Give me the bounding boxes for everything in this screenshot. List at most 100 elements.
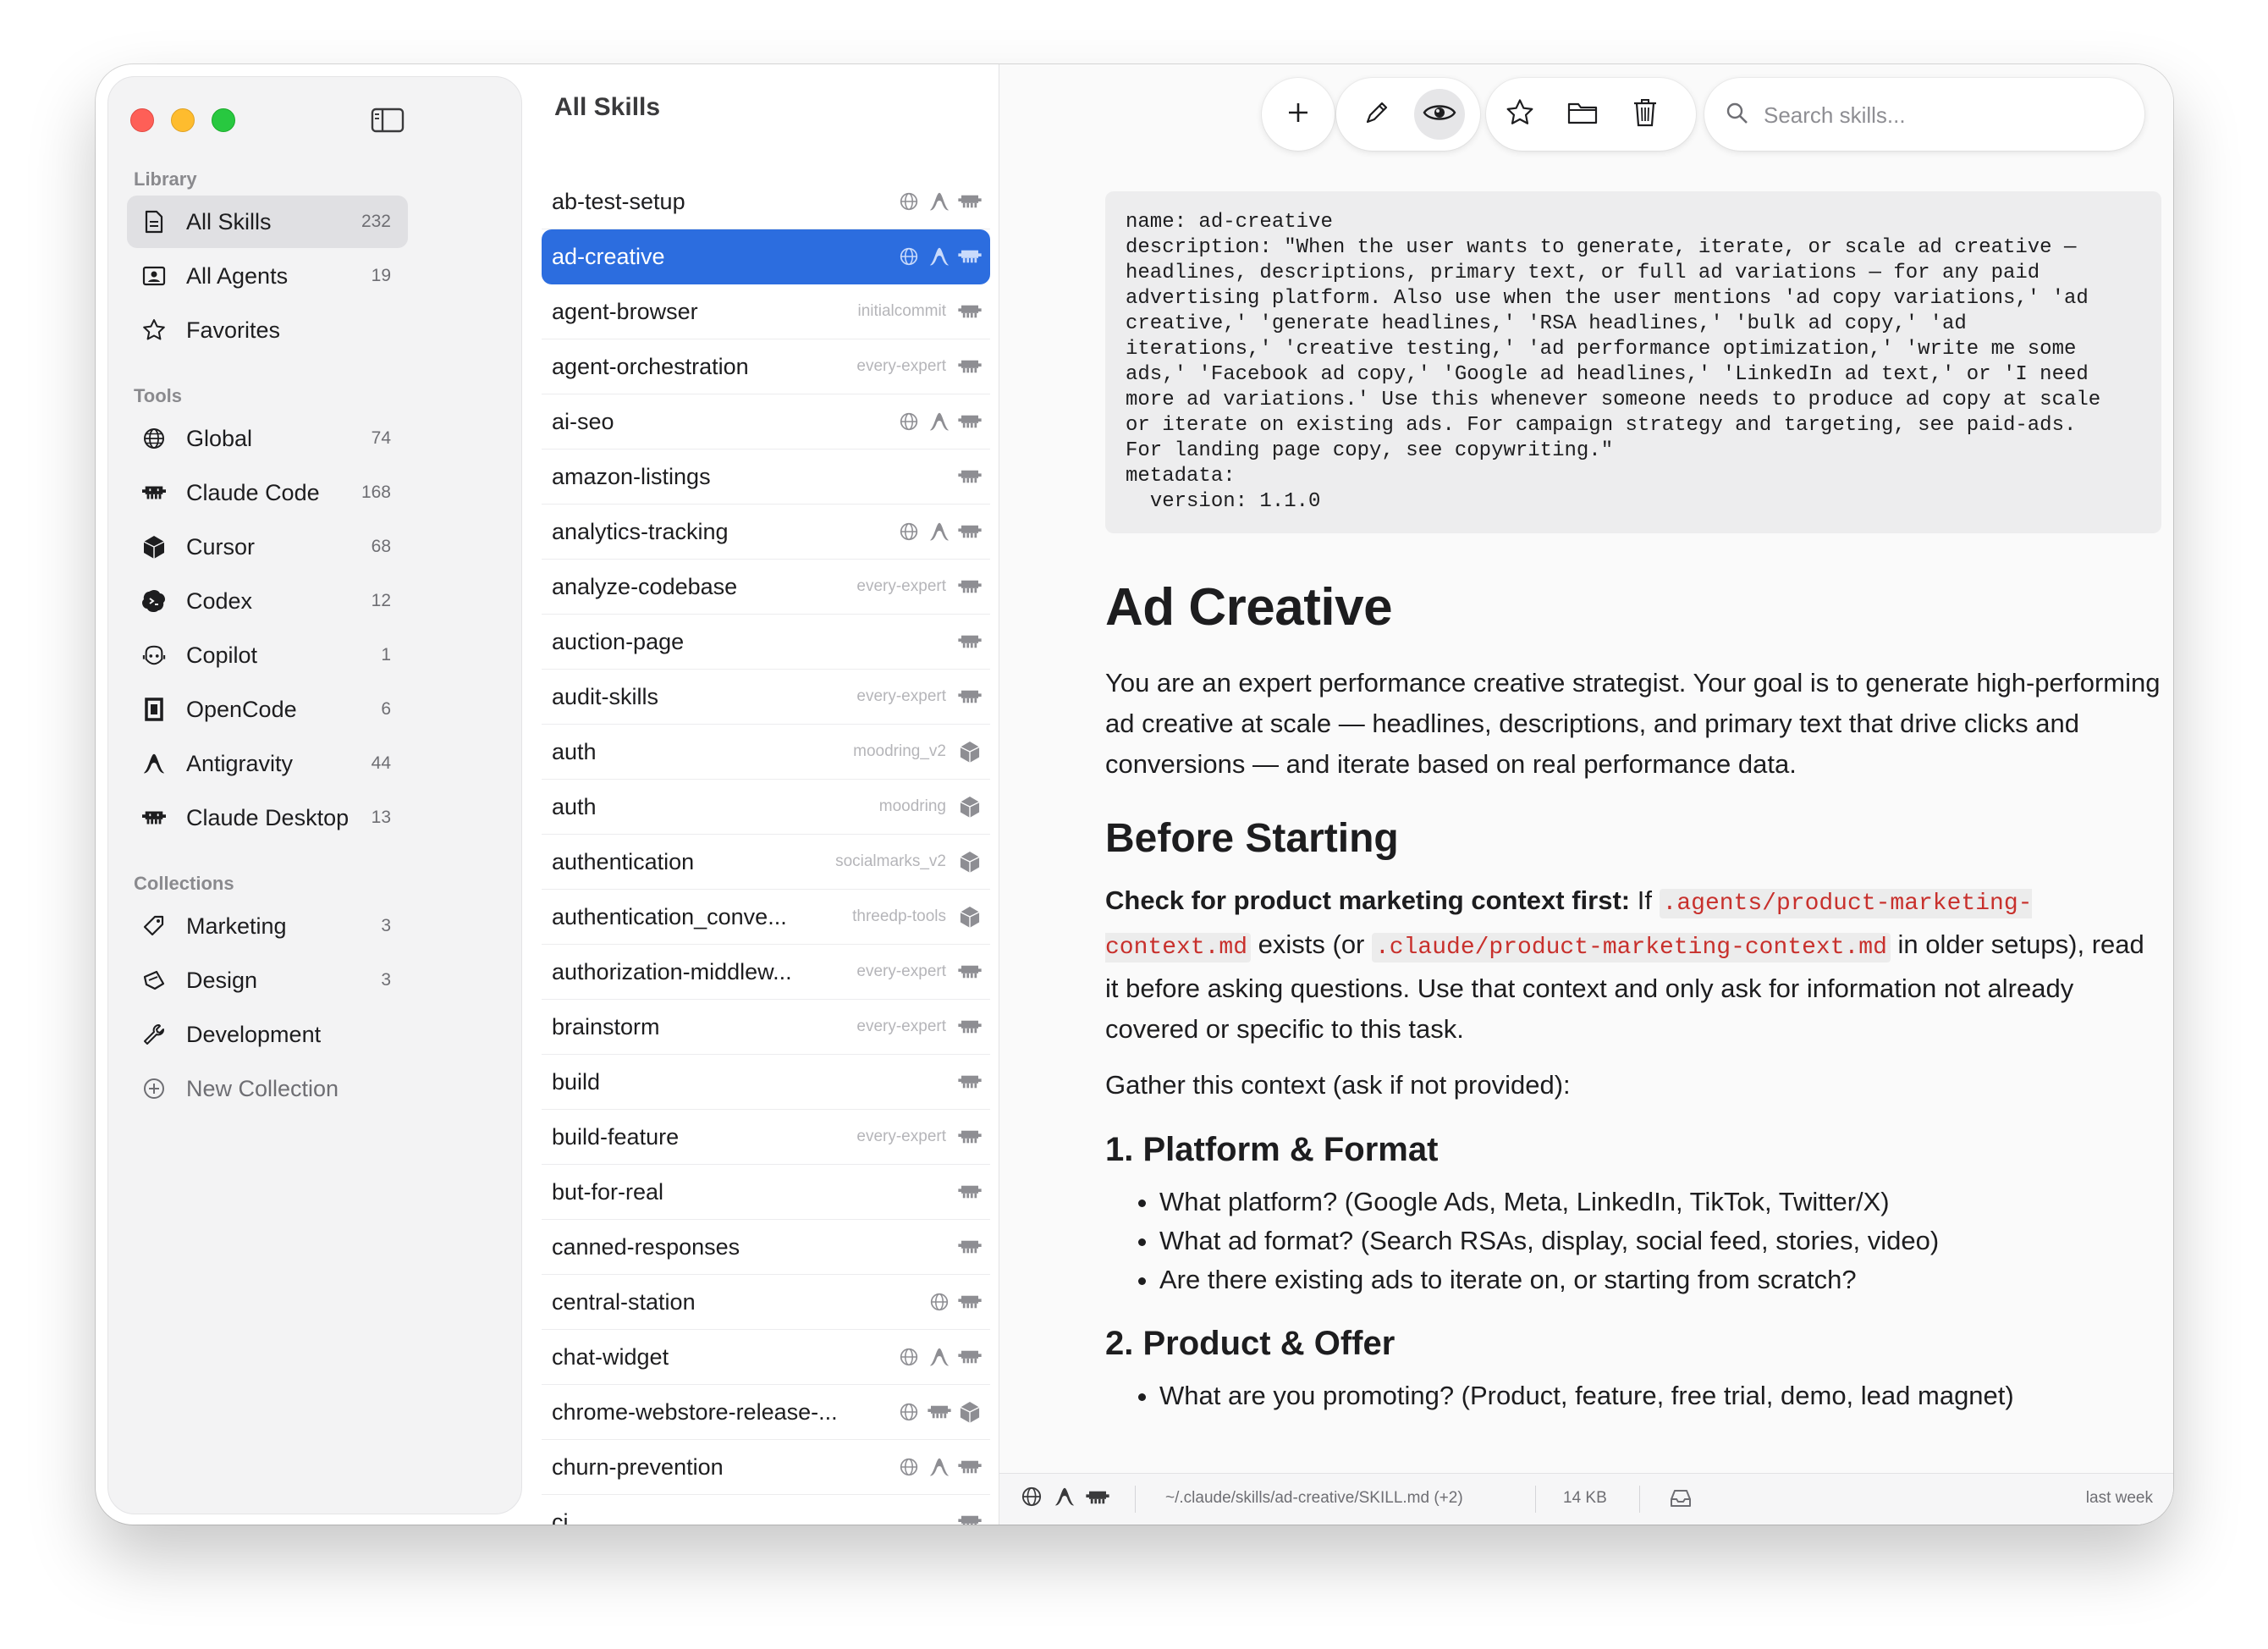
sidebar-item-all-skills[interactable]: All Skills 232: [127, 196, 408, 248]
sidebar-item-all-agents[interactable]: All Agents 19: [127, 250, 408, 302]
sidebar-item-codex[interactable]: Codex 12: [127, 575, 408, 627]
sidebar-item-label: Global: [186, 425, 253, 451]
minimize-window-button[interactable]: [171, 108, 195, 132]
reveal-folder-button[interactable]: [1557, 89, 1608, 140]
claude-desktop-icon: [142, 806, 166, 830]
skill-row[interactable]: authorization-middlew... every-expert: [542, 945, 990, 1000]
skill-source: every-expert: [856, 577, 946, 595]
sidebar-item-count: 19: [371, 266, 391, 285]
add-button[interactable]: [1273, 89, 1324, 140]
divider: [1535, 1486, 1536, 1513]
sidebar-item-claude-code[interactable]: Claude Code 168: [127, 466, 408, 519]
preview-button[interactable]: [1414, 89, 1465, 140]
skill-row[interactable]: canned-responses: [542, 1220, 990, 1275]
search-input[interactable]: [1762, 95, 2129, 135]
heading-platform-format: 1. Platform & Format: [1105, 1131, 1439, 1168]
skill-row[interactable]: build-feature every-expert: [542, 1110, 990, 1165]
zoom-window-button[interactable]: [212, 108, 235, 132]
tool-tags: [958, 1128, 982, 1146]
skill-name: central-station: [552, 1288, 696, 1315]
antigravity-icon: [928, 412, 951, 431]
skill-row[interactable]: analyze-codebase every-expert: [542, 560, 990, 615]
sidebar-item-claude-desktop[interactable]: Claude Desktop 13: [127, 791, 408, 844]
skill-row[interactable]: auction-page: [542, 615, 990, 670]
claude-code-icon: [958, 247, 982, 266]
sidebar-item-favorites[interactable]: Favorites: [127, 304, 408, 356]
favorite-button[interactable]: [1495, 89, 1545, 140]
tray-icon[interactable]: [1670, 1488, 1692, 1514]
skill-row[interactable]: authentication_conve... threedp-tools: [542, 890, 990, 945]
tag-icon: [142, 914, 166, 938]
tool-tags: [958, 1018, 982, 1036]
new-collection-button[interactable]: New Collection: [127, 1062, 408, 1115]
trash-icon: [1632, 98, 1658, 131]
heading-product-offer: 2. Product & Offer: [1105, 1325, 1395, 1362]
sidebar-item-count: 3: [381, 916, 391, 935]
skill-row[interactable]: build: [542, 1055, 990, 1110]
tool-tags: [958, 467, 982, 486]
tool-tags: [897, 1402, 982, 1423]
skill-row[interactable]: brainstorm every-expert: [542, 1000, 990, 1055]
skill-row[interactable]: chrome-webstore-release-...: [542, 1385, 990, 1440]
skill-name: auction-page: [552, 628, 685, 654]
gather-paragraph: Gather this context (ask if not provided…: [1105, 1070, 1571, 1100]
sidebar-item-design[interactable]: Design 3: [127, 954, 408, 1006]
skill-row[interactable]: authentication socialmarks_v2: [542, 835, 990, 890]
cursor-cube-icon: [958, 852, 982, 873]
sidebar-item-development[interactable]: Development: [127, 1008, 408, 1061]
sidebar-item-marketing[interactable]: Marketing 3: [127, 900, 408, 952]
skill-list-pane: All Skills ab-test-setup ad-creative agent…: [520, 64, 999, 1525]
edit-button[interactable]: [1351, 89, 1402, 140]
tool-tags: [928, 1293, 982, 1311]
skill-name: analyze-codebase: [552, 573, 738, 599]
context-mid: exists (or: [1251, 929, 1372, 959]
tool-tags: [958, 1513, 982, 1525]
sidebar-item-copilot[interactable]: Copilot 1: [127, 629, 408, 681]
sidebar-item-count: 13: [371, 808, 391, 827]
globe-icon: [142, 427, 166, 450]
sidebar-item-antigravity[interactable]: Antigravity 44: [127, 737, 408, 790]
globe-icon: [928, 1293, 951, 1311]
tool-tags: [897, 1458, 982, 1476]
skill-row[interactable]: but-for-real: [542, 1165, 990, 1220]
skill-row[interactable]: ai-seo: [542, 394, 990, 449]
skill-row[interactable]: ab-test-setup: [542, 174, 990, 229]
skill-row[interactable]: chat-widget: [542, 1330, 990, 1385]
sidebar-item-global[interactable]: Global 74: [127, 412, 408, 465]
skill-row[interactable]: central-station: [542, 1275, 990, 1330]
skill-name: brainstorm: [552, 1013, 660, 1040]
globe-icon: [897, 412, 921, 431]
sidebar-item-opencode[interactable]: OpenCode 6: [127, 683, 408, 736]
tool-tags: [958, 1073, 982, 1091]
antigravity-icon: [928, 192, 951, 211]
delete-button[interactable]: [1620, 89, 1671, 140]
globe-icon: [897, 1458, 921, 1476]
claude-code-icon: [928, 1403, 951, 1421]
modified-time: last week: [2085, 1489, 2153, 1507]
sidebar-item-label: Marketing: [186, 913, 287, 939]
close-window-button[interactable]: [130, 108, 154, 132]
sidebar-item-count: 3: [381, 970, 391, 990]
cursor-cube-icon: [958, 742, 982, 763]
skill-row[interactable]: analytics-tracking: [542, 505, 990, 560]
skill-row[interactable]: auth moodring: [542, 780, 990, 835]
skill-name: churn-prevention: [552, 1453, 724, 1480]
skill-row[interactable]: agent-orchestration every-expert: [542, 339, 990, 394]
skill-row[interactable]: ci: [542, 1495, 990, 1525]
file-path[interactable]: ~/.claude/skills/ad-creative/SKILL.md (+…: [1165, 1489, 1463, 1508]
skill-row[interactable]: amazon-listings: [542, 449, 990, 505]
sidebar-toggle-icon[interactable]: [371, 108, 405, 133]
skill-row[interactable]: ad-creative: [542, 229, 990, 284]
sidebar-item-cursor[interactable]: Cursor 68: [127, 521, 408, 573]
product-list: What are you promoting? (Product, featur…: [1105, 1376, 2163, 1415]
skill-row[interactable]: audit-skills every-expert: [542, 670, 990, 725]
antigravity-icon: [928, 1458, 951, 1476]
skill-row[interactable]: agent-browser initialcommit: [542, 284, 990, 339]
skill-name: chat-widget: [552, 1343, 669, 1370]
skill-name: ab-test-setup: [552, 188, 685, 214]
status-bar: ~/.claude/skills/ad-creative/SKILL.md (+…: [999, 1473, 2173, 1525]
antigravity-icon: [928, 247, 951, 266]
skill-row[interactable]: auth moodring_v2: [542, 725, 990, 780]
skill-row[interactable]: churn-prevention: [542, 1440, 990, 1495]
frontmatter-block: name: ad-creative description: "When the…: [1105, 191, 2161, 533]
